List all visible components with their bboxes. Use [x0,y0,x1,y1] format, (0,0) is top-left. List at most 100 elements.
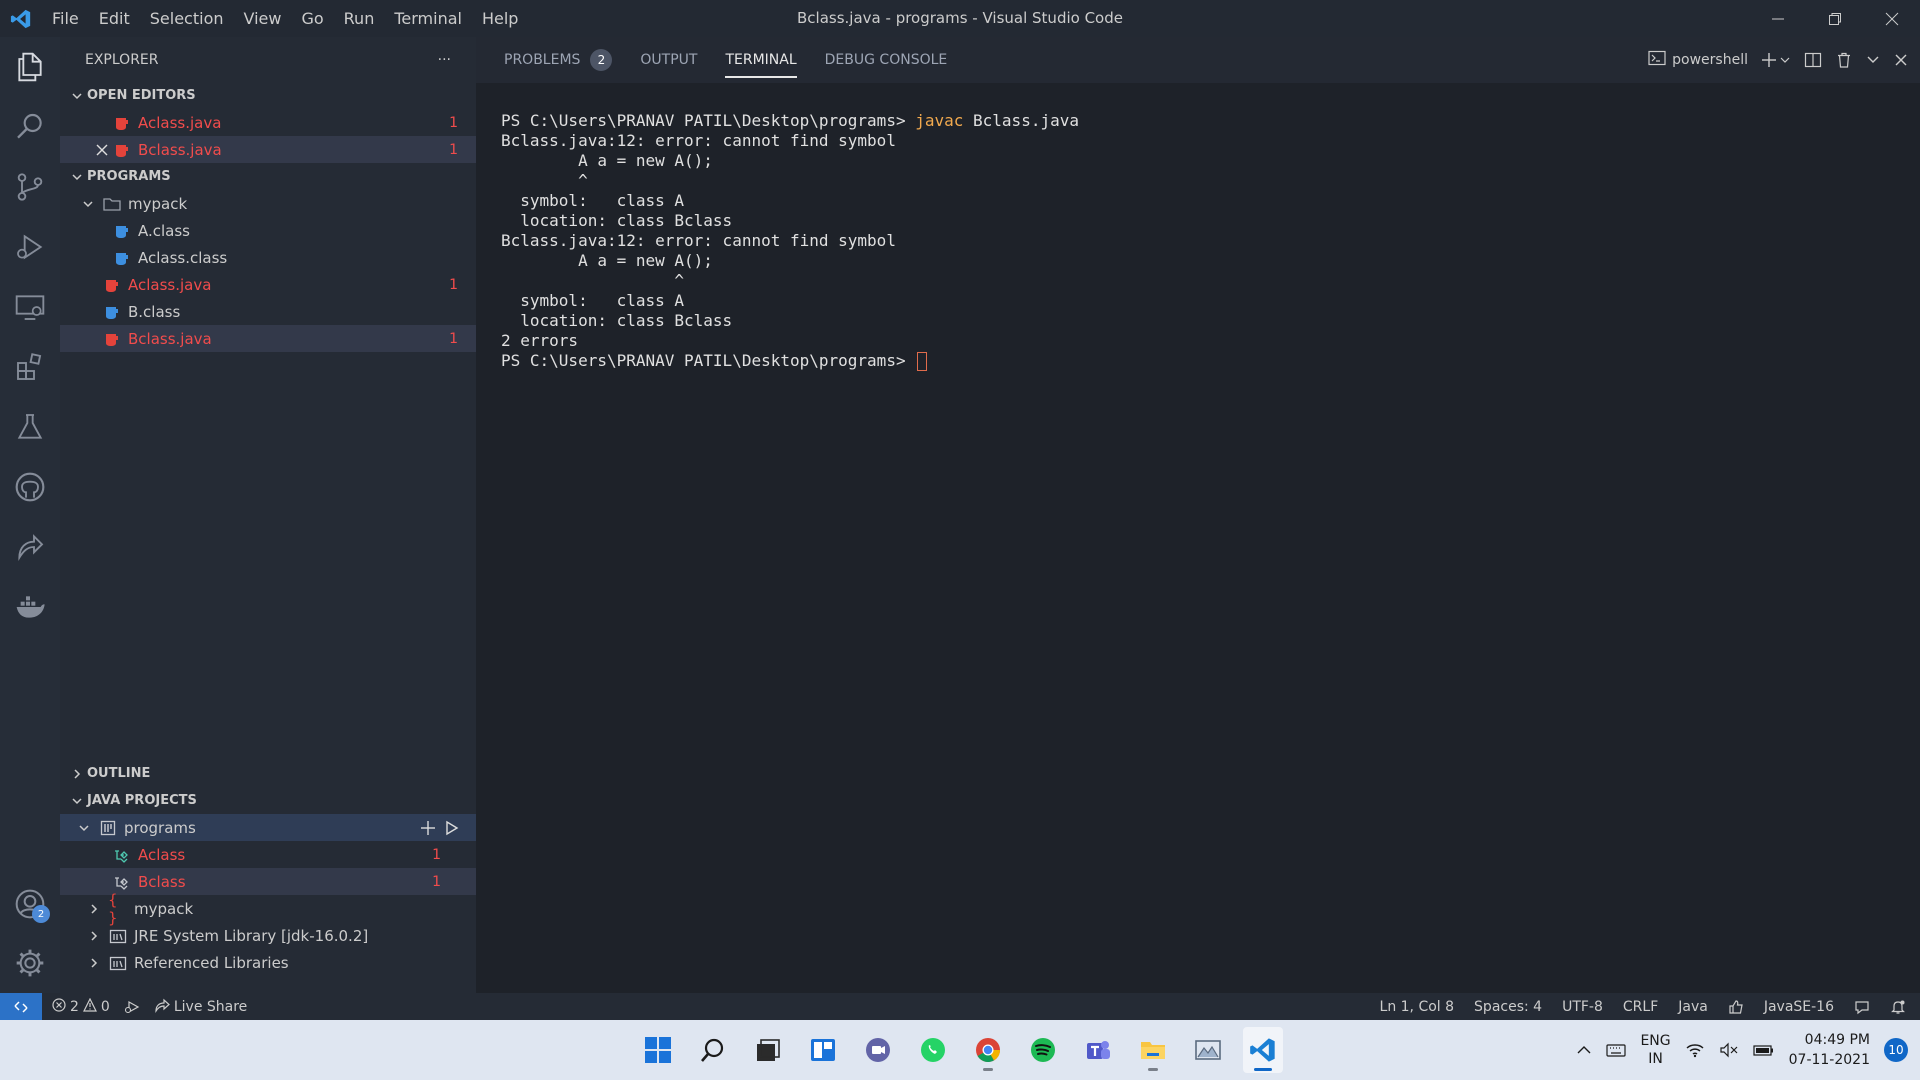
vscode-taskbar-icon[interactable] [1243,1027,1283,1073]
menu-run[interactable]: Run [334,0,385,37]
split-terminal-icon[interactable] [1804,52,1822,68]
file-bclass-java[interactable]: Bclass.java 1 [60,325,476,352]
tab-problems[interactable]: PROBLEMS 2 [504,37,613,83]
teams-icon[interactable] [1078,1027,1118,1073]
open-editor-aclass[interactable]: Aclass.java 1 [60,109,476,136]
problem-count: 1 [432,873,441,890]
end-of-line[interactable]: CRLF [1623,999,1658,1015]
live-share-status[interactable]: Live Share [154,997,247,1017]
maximize-panel-icon[interactable] [1866,53,1880,67]
tab-debug-console[interactable]: DEBUG CONSOLE [825,37,948,83]
chevron-up-icon[interactable] [1576,1042,1592,1058]
error-count: 2 [70,998,79,1015]
new-terminal-icon[interactable] [1762,52,1790,68]
section-label: JAVA PROJECTS [87,793,197,808]
file-explorer-icon[interactable] [1133,1027,1173,1073]
section-open-editors[interactable]: OPEN EDITORS [60,82,476,109]
restore-icon[interactable] [1806,0,1863,37]
clock[interactable]: 04:49 PM 07-11-2021 [1789,1030,1870,1070]
section-programs[interactable]: PROGRAMS [60,163,476,190]
project-class-aclass[interactable]: Aclass 1 [60,841,476,868]
chrome-icon[interactable] [968,1027,1008,1073]
battery-icon[interactable] [1753,1042,1775,1058]
extensions-icon[interactable] [0,337,60,397]
debug-run-icon[interactable] [124,999,140,1015]
terminal-command-args: Bclass.java [963,111,1079,130]
close-editor-icon[interactable] [92,144,112,156]
remote-explorer-icon[interactable] [0,277,60,337]
taskbar-search-icon[interactable] [693,1027,733,1073]
photos-icon[interactable] [1188,1027,1228,1073]
source-control-icon[interactable] [0,157,60,217]
language-region: IN [1648,1051,1663,1067]
section-java-projects[interactable]: JAVA PROJECTS [60,787,476,814]
class-file-icon [112,249,132,267]
gear-icon[interactable] [0,933,60,993]
encoding[interactable]: UTF-8 [1562,999,1603,1015]
feedback-icon[interactable] [1854,999,1870,1015]
project-programs[interactable]: programs [60,814,476,841]
terminal-line: Bclass.java:12: error: cannot find symbo… [501,231,896,250]
live-share-icon[interactable] [0,517,60,577]
explorer-icon[interactable] [0,37,60,97]
wifi-icon[interactable] [1685,1042,1705,1058]
notifications-bell-icon[interactable] [1890,999,1906,1015]
referenced-libraries[interactable]: Referenced Libraries [60,949,476,976]
whatsapp-icon[interactable] [913,1027,953,1073]
menu-help[interactable]: Help [472,0,528,37]
task-view-icon[interactable] [748,1027,788,1073]
keyboard-icon[interactable] [1606,1042,1627,1058]
run-debug-icon[interactable] [0,217,60,277]
terminal-line: symbol: class A [501,191,685,210]
file-aclass-class[interactable]: Aclass.class [60,244,476,271]
trash-icon[interactable] [1836,52,1852,68]
java-runtime[interactable]: JavaSE-16 [1764,999,1834,1015]
tab-terminal[interactable]: TERMINAL [725,37,797,83]
menu-file[interactable]: File [42,0,89,37]
menu-view[interactable]: View [234,0,292,37]
testing-flask-icon[interactable] [0,397,60,457]
more-actions-icon[interactable]: ··· [438,52,451,68]
menu-terminal[interactable]: Terminal [384,0,472,37]
section-outline[interactable]: OUTLINE [60,760,476,787]
package-mypack[interactable]: { } mypack [60,891,476,927]
volume-muted-icon[interactable] [1719,1042,1739,1058]
thumbs-up-icon[interactable] [1728,999,1744,1015]
github-icon[interactable] [0,457,60,517]
vscode-logo-icon[interactable] [0,0,42,37]
widgets-icon[interactable] [803,1027,843,1073]
search-icon[interactable] [0,97,60,157]
close-panel-icon[interactable] [1894,53,1908,67]
folder-mypack[interactable]: mypack [60,190,476,217]
file-aclass-java[interactable]: Aclass.java 1 [60,271,476,298]
file-a-class[interactable]: A.class [60,217,476,244]
folder-icon [102,195,122,213]
docker-icon[interactable] [0,577,60,637]
terminal-line: PS C:\Users\PRANAV PATIL\Desktop\program… [501,111,1895,131]
terminal-shell-selector[interactable]: powershell [1648,50,1748,70]
notification-count-badge[interactable]: 10 [1884,1038,1908,1062]
spotify-icon[interactable] [1023,1027,1063,1073]
input-language[interactable]: ENG IN [1640,1032,1670,1068]
menu-edit[interactable]: Edit [89,0,140,37]
open-editor-bclass[interactable]: Bclass.java 1 [60,136,476,163]
minimize-icon[interactable] [1749,0,1806,37]
remote-indicator-icon[interactable] [0,993,42,1020]
terminal-output[interactable]: PS C:\Users\PRANAV PATIL\Desktop\program… [476,83,1920,993]
cursor-position[interactable]: Ln 1, Col 8 [1380,999,1455,1015]
indentation[interactable]: Spaces: 4 [1474,999,1542,1015]
tab-output[interactable]: OUTPUT [640,37,697,83]
problems-status[interactable]: 2 0 [52,997,110,1016]
add-icon[interactable] [420,820,436,836]
file-b-class[interactable]: B.class [60,298,476,325]
language-mode[interactable]: Java [1678,999,1708,1015]
accounts-icon[interactable] [0,874,60,934]
status-bar: 2 0 Live Share Ln 1, Col 8 Spaces: 4 UTF… [0,993,1920,1020]
run-icon[interactable] [444,820,460,836]
start-menu-icon[interactable] [638,1027,678,1073]
menu-selection[interactable]: Selection [140,0,234,37]
jre-system-library[interactable]: JRE System Library [jdk-16.0.2] [60,922,476,949]
teams-chat-icon[interactable] [858,1027,898,1073]
close-window-icon[interactable] [1863,0,1920,37]
menu-go[interactable]: Go [291,0,333,37]
